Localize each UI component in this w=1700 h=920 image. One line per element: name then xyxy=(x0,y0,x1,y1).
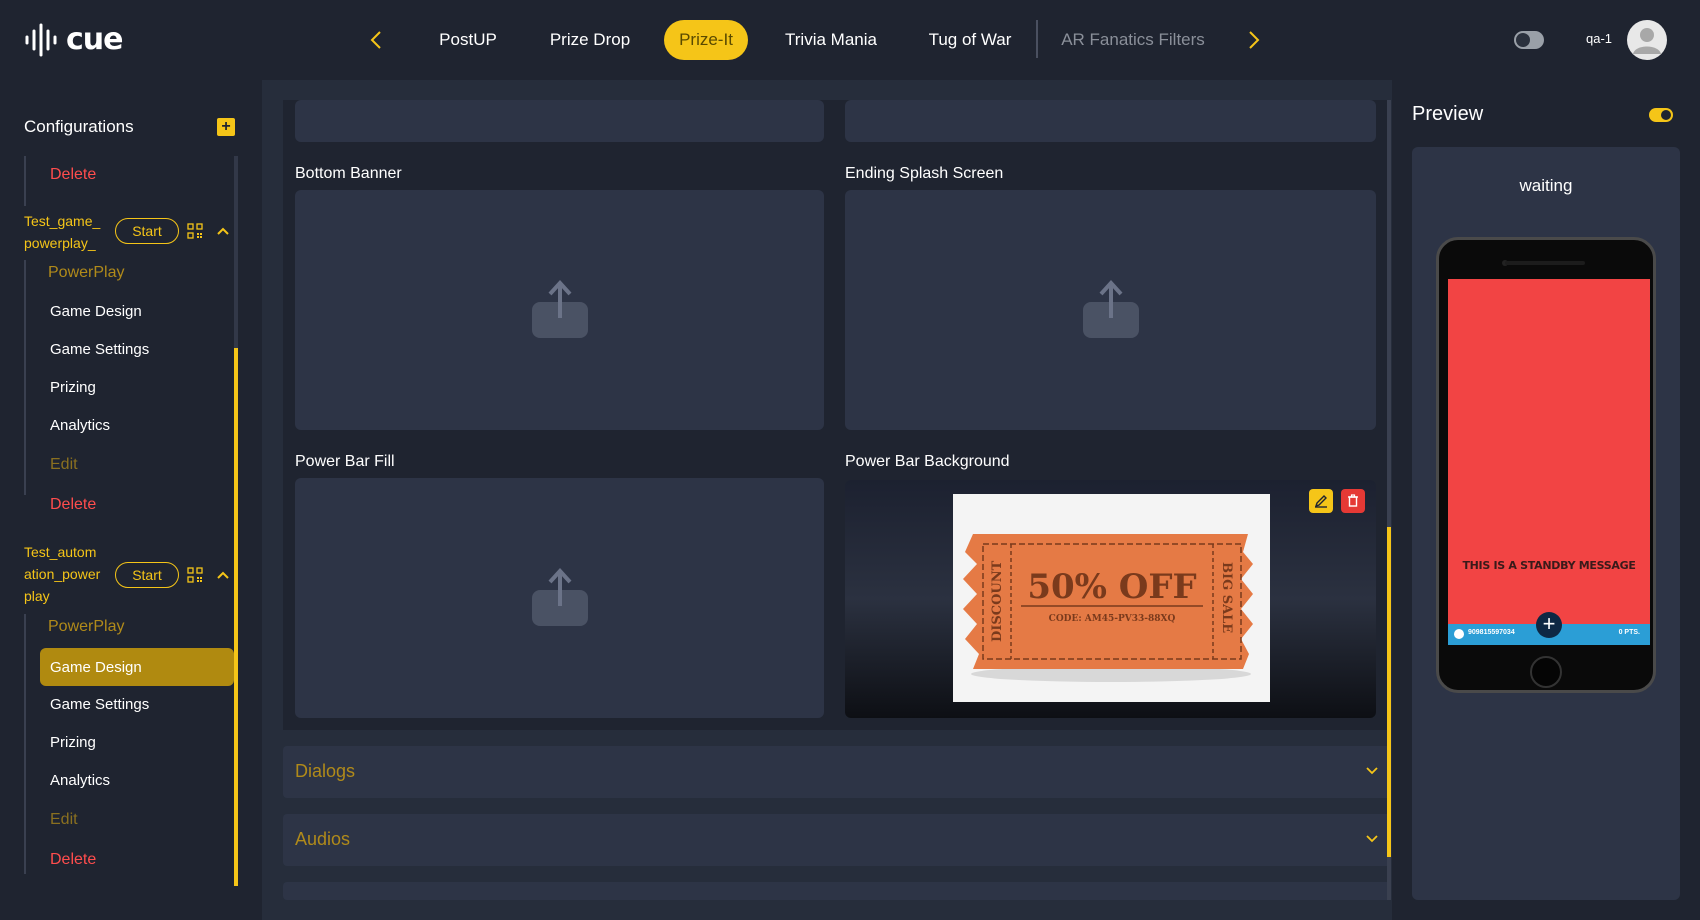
start-button[interactable]: Start xyxy=(115,562,179,588)
phone-user-id: 909815597034 xyxy=(1468,629,1515,636)
delete-link[interactable]: Delete xyxy=(50,496,96,514)
qr-code-icon[interactable] xyxy=(187,223,203,239)
phone-home-button xyxy=(1530,656,1562,688)
logo-text: cue xyxy=(66,22,123,57)
sidebar-item-game-settings[interactable]: Game Settings xyxy=(50,341,149,358)
avatar[interactable] xyxy=(1627,20,1667,60)
game-type-label: PowerPlay xyxy=(48,264,125,281)
upload-icon xyxy=(1083,280,1139,338)
coupon-right-text: BIG SALE xyxy=(1219,562,1234,633)
phone-points: 0 PTS. xyxy=(1618,629,1640,636)
accordion-label: Dialogs xyxy=(295,761,356,781)
sidebar: Configurations + Delete Test_game_ power… xyxy=(0,80,262,920)
delete-image-button[interactable] xyxy=(1341,489,1365,513)
tabs-next-arrow[interactable] xyxy=(1242,24,1266,56)
phone-user-icon xyxy=(1454,629,1464,639)
tab-prize-drop[interactable]: Prize Drop xyxy=(540,20,640,60)
coupon-left-text: DISCOUNT xyxy=(990,560,1005,642)
bottom-banner-upload[interactable] xyxy=(295,190,824,430)
phone-screen: THIS IS A STANDBY MESSAGE 909815597034 +… xyxy=(1448,279,1650,645)
delete-link[interactable]: Delete xyxy=(50,851,96,869)
chevron-down-icon xyxy=(1366,835,1378,843)
cue-logo[interactable]: cue xyxy=(24,22,123,57)
tab-prize-it[interactable]: Prize-It xyxy=(664,20,748,60)
ending-splash-upload[interactable] xyxy=(845,190,1376,430)
power-bar-fill-upload[interactable] xyxy=(295,478,824,718)
power-bar-background-label: Power Bar Background xyxy=(845,453,1010,470)
add-configuration-button[interactable]: + xyxy=(217,118,235,136)
tab-trivia-mania[interactable]: Trivia Mania xyxy=(778,20,884,60)
tree-line xyxy=(24,156,26,206)
tab-tug-of-war[interactable]: Tug of War xyxy=(924,20,1016,60)
tabs-prev-arrow[interactable] xyxy=(364,24,388,56)
sidebar-item-game-design[interactable]: Game Design xyxy=(50,303,142,320)
game-type-label: PowerPlay xyxy=(48,618,125,635)
edit-image-button[interactable] xyxy=(1309,489,1333,513)
standby-message: THIS IS A STANDBY MESSAGE xyxy=(1462,559,1636,572)
upload-box[interactable] xyxy=(845,100,1376,142)
delete-config-link[interactable]: Delete xyxy=(50,166,96,184)
plus-icon: + xyxy=(1536,612,1562,638)
sidebar-item-prizing[interactable]: Prizing xyxy=(50,734,96,751)
chevron-right-icon xyxy=(1249,31,1260,49)
theme-toggle[interactable] xyxy=(1514,31,1544,49)
preview-title: Preview xyxy=(1412,103,1484,125)
top-bar: cue PostUP Prize Drop Prize-It Trivia Ma… xyxy=(0,0,1700,80)
sidebar-item-game-settings[interactable]: Game Settings xyxy=(50,696,149,713)
user-icon xyxy=(1633,28,1661,54)
sidebar-scrollbar-thumb[interactable] xyxy=(234,348,238,886)
chevron-up-icon[interactable] xyxy=(216,226,230,236)
edit-link[interactable]: Edit xyxy=(50,456,78,474)
game-name[interactable]: Test_game_ powerplay_ xyxy=(24,210,114,254)
coupon-graphic: DISCOUNT BIG SALE 50% OFF CODE: AM45-PV3… xyxy=(963,534,1253,682)
configurations-title: Configurations xyxy=(24,117,134,136)
tree-line xyxy=(24,260,26,495)
sidebar-item-analytics[interactable]: Analytics xyxy=(50,417,110,434)
phone-preview: THIS IS A STANDBY MESSAGE 909815597034 +… xyxy=(1436,237,1656,693)
tab-postup[interactable]: PostUP xyxy=(426,20,510,60)
toggle-knob xyxy=(1661,110,1671,120)
coupon-main-text: 50% OFF xyxy=(1027,567,1196,607)
trash-icon xyxy=(1348,494,1358,507)
upload-icon xyxy=(532,280,588,338)
toggle-knob xyxy=(1516,33,1530,47)
power-bar-fill-label: Power Bar Fill xyxy=(295,453,395,470)
ending-splash-label: Ending Splash Screen xyxy=(845,165,1004,182)
bottom-banner-label: Bottom Banner xyxy=(295,165,402,182)
next-accordion-partial[interactable] xyxy=(283,882,1391,900)
sidebar-item-prizing[interactable]: Prizing xyxy=(50,379,96,396)
upload-box[interactable] xyxy=(295,100,824,142)
dialogs-accordion[interactable]: Dialogs xyxy=(283,746,1391,798)
preview-toggle[interactable] xyxy=(1649,108,1673,122)
phone-speaker xyxy=(1505,261,1585,265)
edit-link[interactable]: Edit xyxy=(50,811,78,829)
tree-line xyxy=(24,614,26,874)
pencil-icon xyxy=(1314,495,1327,508)
coupon-code-text: CODE: AM45-PV33-88XQ xyxy=(1049,614,1176,624)
audios-accordion[interactable]: Audios xyxy=(283,814,1391,866)
power-bar-background-image[interactable]: DISCOUNT BIG SALE 50% OFF CODE: AM45-PV3… xyxy=(845,480,1376,718)
chevron-left-icon xyxy=(370,31,381,49)
qr-code-icon[interactable] xyxy=(187,567,203,583)
user-label: qa-1 xyxy=(1586,31,1613,46)
chevron-up-icon[interactable] xyxy=(216,570,230,580)
upload-icon xyxy=(532,568,588,626)
game-name[interactable]: Test_autom ation_power play xyxy=(24,541,114,607)
chevron-down-icon xyxy=(1366,767,1378,775)
start-button[interactable]: Start xyxy=(115,218,179,244)
sidebar-item-game-design-active[interactable]: Game Design xyxy=(40,648,234,686)
main-scrollbar-thumb[interactable] xyxy=(1387,527,1391,857)
phone-status-bar: 909815597034 + 0 PTS. xyxy=(1448,612,1650,645)
soundwave-icon xyxy=(25,23,57,56)
tab-ar-fanatics-filters[interactable]: AR Fanatics Filters xyxy=(1058,20,1208,60)
preview-status: waiting xyxy=(1519,176,1573,195)
tab-divider xyxy=(1036,20,1038,58)
coupon-image: DISCOUNT BIG SALE 50% OFF CODE: AM45-PV3… xyxy=(953,494,1270,702)
accordion-label: Audios xyxy=(295,829,351,849)
sidebar-item-analytics[interactable]: Analytics xyxy=(50,772,110,789)
